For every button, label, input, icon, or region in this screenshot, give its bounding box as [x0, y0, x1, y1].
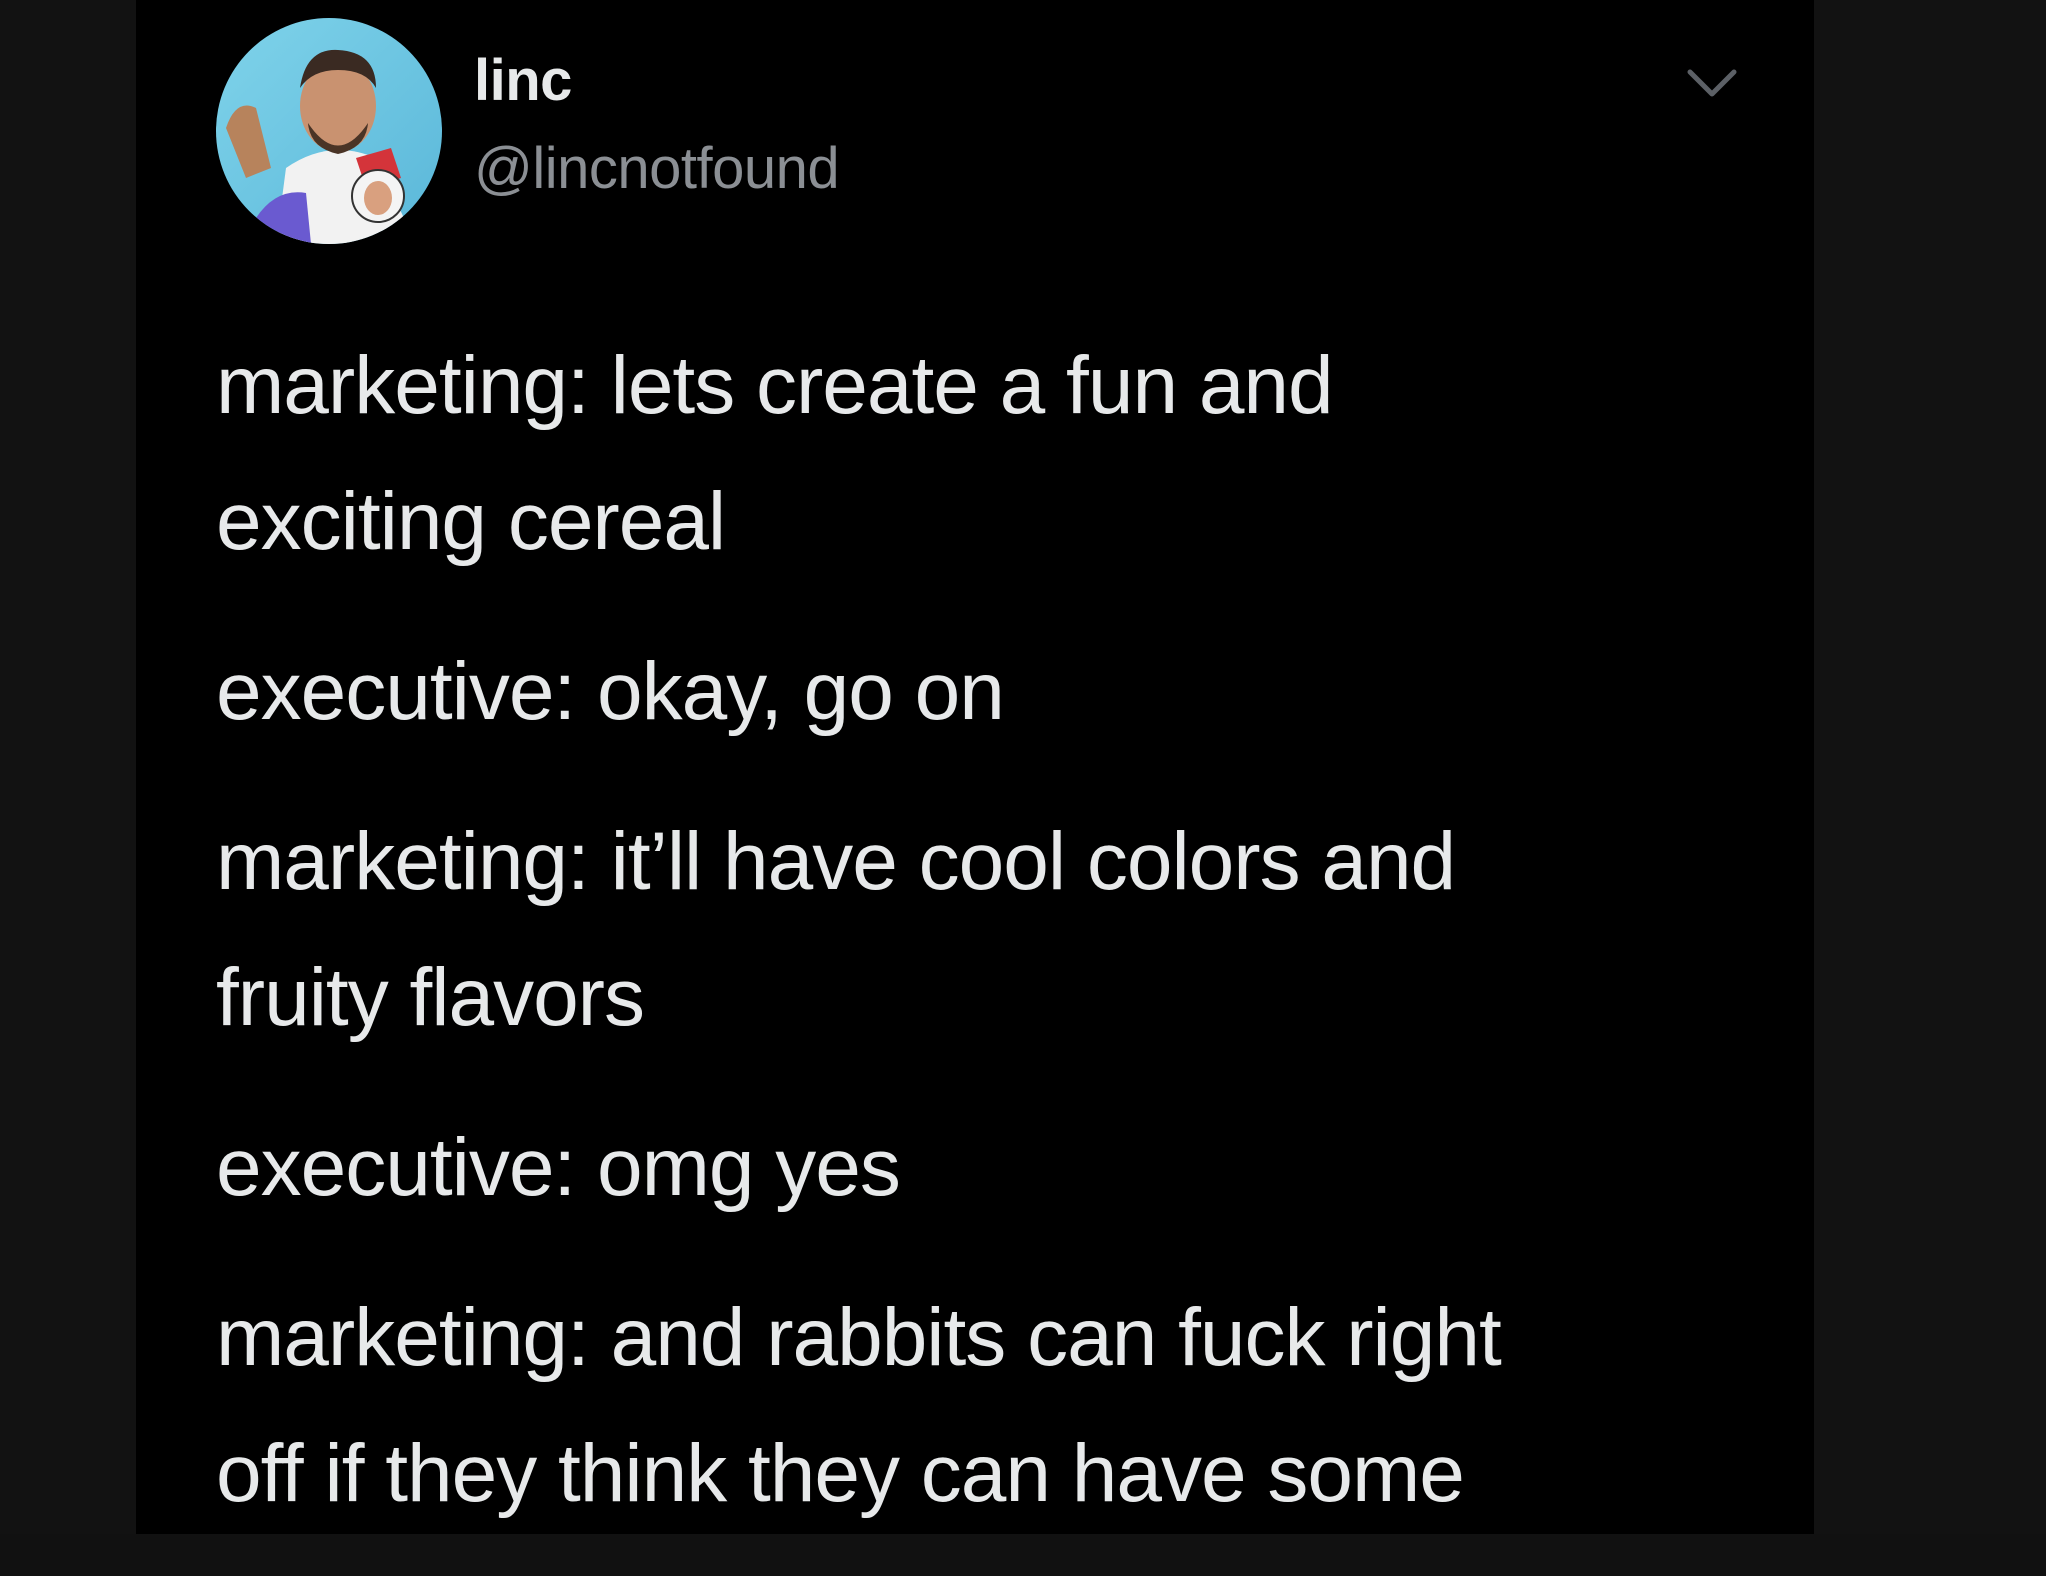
tweet-paragraph: marketing: and rabbits can fuck right of…	[216, 1292, 1502, 1519]
author-display-name[interactable]: linc	[474, 52, 572, 110]
avatar-image	[216, 18, 442, 244]
tweet-paragraph: executive: okay, go on	[216, 646, 1005, 737]
tweet-paragraph: executive: omg yes	[216, 1122, 901, 1213]
tweet-text: marketing: lets create a fun and excitin…	[216, 318, 1696, 1576]
author-handle[interactable]: @lincnotfound	[474, 140, 840, 198]
chevron-down-icon[interactable]	[1684, 64, 1740, 104]
tweet-card: linc @lincnotfound marketing: lets creat…	[136, 0, 1814, 1534]
tweet-paragraph: marketing: lets create a fun and excitin…	[216, 340, 1334, 567]
tweet-paragraph: marketing: it’ll have cool colors and fr…	[216, 816, 1456, 1043]
screenshot-frame: linc @lincnotfound marketing: lets creat…	[0, 0, 2046, 1534]
avatar[interactable]	[216, 18, 442, 244]
